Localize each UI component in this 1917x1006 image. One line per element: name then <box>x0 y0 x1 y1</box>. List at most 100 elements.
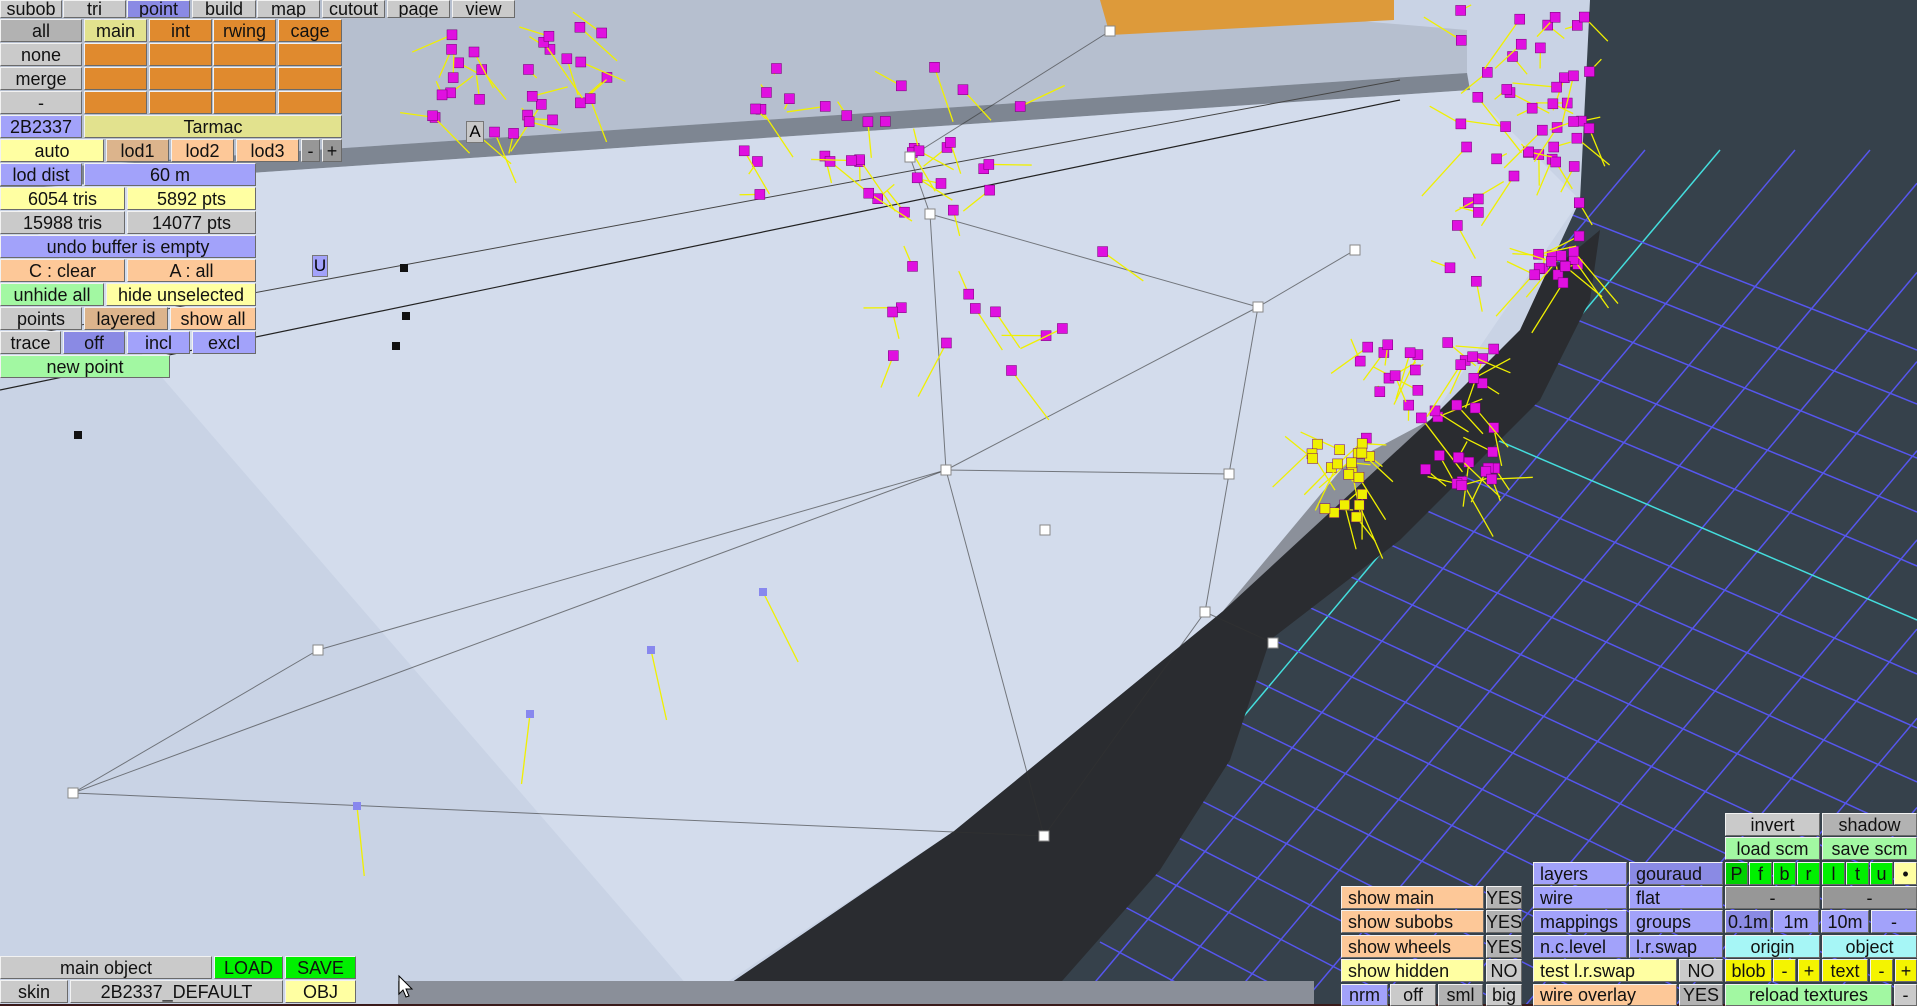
layer-cell[interactable] <box>213 67 276 90</box>
tab-map[interactable]: map <box>257 0 320 18</box>
lod-minus-button[interactable]: - <box>301 139 320 162</box>
merge-button[interactable]: merge <box>0 67 82 90</box>
trace-incl-button[interactable]: incl <box>127 331 190 354</box>
vertex-point <box>1349 244 1361 256</box>
save-scm-button[interactable]: save scm <box>1822 837 1917 860</box>
blob-minus-button[interactable]: - <box>1773 959 1796 982</box>
layer-cell[interactable] <box>278 43 342 66</box>
object-button[interactable]: object <box>1822 935 1917 958</box>
view-right-button[interactable]: r <box>1797 862 1820 885</box>
view-left-button[interactable]: l <box>1822 862 1845 885</box>
select-all-button[interactable]: A : all <box>127 259 256 282</box>
select-all-layers-button[interactable]: all <box>0 19 82 42</box>
layer-main[interactable]: main <box>84 19 147 42</box>
view-persp-button[interactable]: P <box>1725 862 1748 885</box>
layer-cell[interactable] <box>84 43 147 66</box>
layer-cage[interactable]: cage <box>278 19 342 42</box>
layer-cell[interactable] <box>149 91 212 114</box>
load-button[interactable]: LOAD <box>214 956 283 979</box>
grid-10m-button[interactable]: 10m <box>1821 910 1869 933</box>
layer-cell[interactable] <box>278 67 342 90</box>
test-lr-swap-toggle[interactable]: NO <box>1679 959 1723 982</box>
obj-button[interactable]: OBJ <box>285 980 356 1003</box>
lod-dist-value[interactable]: 60 m <box>84 163 256 186</box>
layer-cell[interactable] <box>278 91 342 114</box>
view-under-button[interactable]: u <box>1870 862 1893 885</box>
mappings-button[interactable]: mappings <box>1533 910 1627 933</box>
select-none-button[interactable]: none <box>0 43 82 66</box>
layer-cell[interactable] <box>213 91 276 114</box>
show-main-toggle[interactable]: YES <box>1486 886 1522 909</box>
unhide-all-button[interactable]: unhide all <box>0 283 104 306</box>
grid-1m-button[interactable]: 1m <box>1773 910 1819 933</box>
tab-view[interactable]: view <box>452 0 515 18</box>
lod3-button[interactable]: lod3 <box>236 139 299 162</box>
new-point-button[interactable]: new point <box>0 355 170 378</box>
layer-cell[interactable] <box>149 67 212 90</box>
wire-button[interactable]: wire <box>1533 886 1627 909</box>
groups-button[interactable]: groups <box>1629 910 1723 933</box>
reload-textures-button[interactable]: reload textures <box>1725 984 1892 1006</box>
hide-unselected-button[interactable]: hide unselected <box>106 283 256 306</box>
lod-plus-button[interactable]: + <box>322 139 342 162</box>
dash-button[interactable]: - <box>0 91 82 114</box>
text-minus-button[interactable]: - <box>1870 959 1893 982</box>
tab-subob[interactable]: subob <box>0 0 62 18</box>
flat-button[interactable]: flat <box>1629 886 1723 909</box>
tab-cutout[interactable]: cutout <box>322 0 385 18</box>
normals-big-button[interactable]: big <box>1486 984 1522 1006</box>
invert-button[interactable]: invert <box>1725 813 1820 836</box>
layer-rwing[interactable]: rwing <box>213 19 276 42</box>
vertex-point <box>752 156 763 167</box>
reload-dash-button[interactable]: - <box>1894 984 1917 1006</box>
view-dot-button[interactable]: • <box>1894 862 1917 885</box>
lr-swap-button[interactable]: l.r.swap <box>1629 935 1723 958</box>
view-front-button[interactable]: f <box>1749 862 1772 885</box>
grid-off-button[interactable]: - <box>1871 910 1917 933</box>
view-top-button[interactable]: t <box>1846 862 1869 885</box>
object-id[interactable]: 2B2337 <box>0 115 82 138</box>
layer-cell[interactable] <box>84 91 147 114</box>
show-hidden-toggle[interactable]: NO <box>1486 959 1522 982</box>
origin-button[interactable]: origin <box>1725 935 1820 958</box>
vertex-point <box>1038 830 1050 842</box>
tab-tri[interactable]: tri <box>63 0 126 18</box>
vertex-point <box>446 44 457 55</box>
dash-button-right[interactable]: - <box>1822 886 1917 909</box>
lod1-button[interactable]: lod1 <box>106 139 169 162</box>
nc-level-button[interactable]: n.c.level <box>1533 935 1627 958</box>
trace-off-button[interactable]: off <box>63 331 125 354</box>
dash-button-left[interactable]: - <box>1725 886 1820 909</box>
wire-overlay-toggle[interactable]: YES <box>1679 984 1723 1006</box>
shadow-button[interactable]: shadow <box>1822 813 1917 836</box>
save-button[interactable]: SAVE <box>285 956 356 979</box>
clear-selection-button[interactable]: C : clear <box>0 259 125 282</box>
show-subobs-toggle[interactable]: YES <box>1486 910 1522 933</box>
view-back-button[interactable]: b <box>1773 862 1796 885</box>
vertex-point <box>1410 364 1421 376</box>
layer-cell[interactable] <box>213 43 276 66</box>
text-plus-button[interactable]: + <box>1895 959 1917 982</box>
show-wheels-toggle[interactable]: YES <box>1486 935 1522 958</box>
normals-nrm-button[interactable]: nrm <box>1341 984 1388 1006</box>
blob-plus-button[interactable]: + <box>1798 959 1820 982</box>
layer-cell[interactable] <box>84 67 147 90</box>
layers-button[interactable]: layers <box>1533 862 1627 885</box>
lod-auto-button[interactable]: auto <box>0 139 104 162</box>
grid-0.1m-button[interactable]: 0.1m <box>1725 910 1771 933</box>
normals-off-button[interactable]: off <box>1390 984 1436 1006</box>
tab-point[interactable]: point <box>127 0 190 18</box>
tab-build[interactable]: build <box>192 0 256 18</box>
skin-selector[interactable]: 2B2337_DEFAULT <box>70 980 283 1003</box>
trace-excl-button[interactable]: excl <box>192 331 256 354</box>
surface-type[interactable]: Tarmac <box>84 115 342 138</box>
normals-sml-button[interactable]: sml <box>1438 984 1483 1006</box>
points-layered-button[interactable]: layered <box>84 307 168 330</box>
load-scm-button[interactable]: load scm <box>1725 837 1820 860</box>
layer-int[interactable]: int <box>149 19 212 42</box>
layer-cell[interactable] <box>149 43 212 66</box>
gouraud-button[interactable]: gouraud <box>1629 862 1723 885</box>
points-show-all-button[interactable]: show all <box>170 307 256 330</box>
lod2-button[interactable]: lod2 <box>171 139 234 162</box>
tab-page[interactable]: page <box>387 0 450 18</box>
